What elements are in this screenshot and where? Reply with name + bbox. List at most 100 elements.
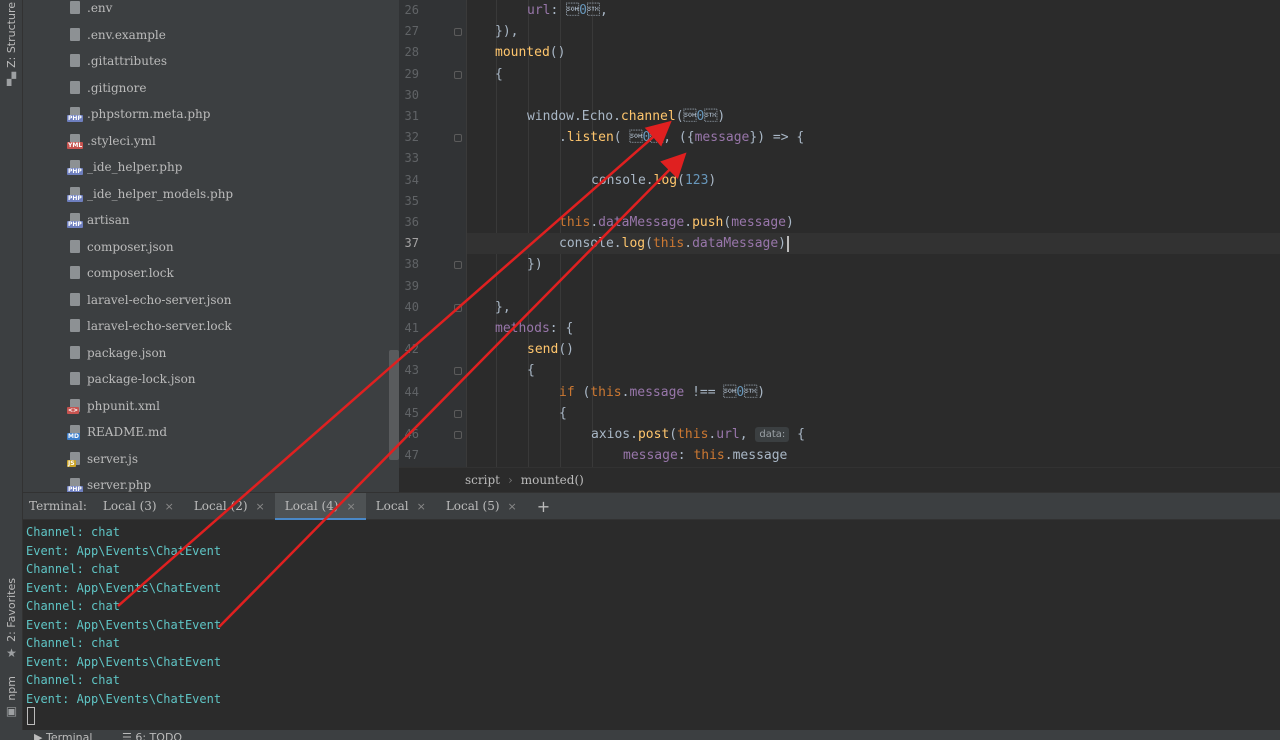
terminal-output[interactable]: Channel: chat Event: App\Events\ChatEvent… — [23, 520, 1280, 730]
tree-item[interactable]: composer.json — [67, 237, 174, 257]
terminal-tab-label: Local (4) — [284, 499, 339, 513]
structure-tab-label: Z: Structure — [5, 2, 18, 68]
parameter-hint: data: — [755, 427, 790, 442]
tree-item[interactable]: package-lock.json — [67, 369, 196, 389]
line-number: 36 — [404, 215, 419, 229]
add-terminal-tab-button[interactable]: + — [537, 497, 550, 516]
terminal-tab[interactable]: Local (5) × — [436, 493, 527, 520]
fold-marker-icon[interactable] — [454, 431, 462, 439]
terminal-line: Event: App\Events\ChatEvent — [26, 580, 222, 595]
code-line[interactable]: mounted() — [467, 42, 1280, 63]
terminal-cursor — [27, 707, 35, 725]
line-number: 46 — [404, 427, 419, 441]
code-line[interactable]: url: 0, — [467, 0, 1280, 21]
terminal-tab-label: Local (5) — [445, 499, 500, 513]
tree-item[interactable]: composer.lock — [67, 263, 174, 283]
tree-item-label: .styleci.yml — [87, 133, 156, 148]
tree-item-label: README.md — [87, 425, 168, 439]
terminal-line: Channel: chat — [26, 562, 120, 576]
line-number: 34 — [404, 172, 419, 187]
breadcrumb-item-script[interactable]: script — [465, 473, 500, 487]
tree-item[interactable]: laravel-echo-server.lock — [67, 316, 232, 336]
tree-item[interactable]: YML .styleci.yml — [67, 131, 156, 151]
bottom-tab-terminal[interactable]: ▶ Terminal — [34, 731, 92, 740]
code-line[interactable] — [467, 191, 1280, 212]
file-icon — [67, 292, 83, 308]
line-number: 44 — [404, 384, 419, 399]
terminal-tab[interactable]: Local (4) × — [274, 492, 366, 520]
terminal-line: Channel: chat — [26, 599, 120, 613]
code-line[interactable]: send() — [467, 339, 1280, 360]
code-line[interactable]: this.dataMessage.push(message) — [467, 212, 1280, 233]
tree-item[interactable]: .env.example — [67, 25, 166, 45]
close-tab-icon[interactable]: × — [256, 500, 265, 513]
close-tab-icon[interactable]: × — [346, 500, 355, 513]
bottom-tab-todo[interactable]: ☰ 6: TODO — [122, 731, 182, 740]
close-tab-icon[interactable]: × — [165, 500, 174, 513]
terminal-line: Event: App\Events\ChatEvent — [26, 543, 222, 558]
line-number: 37 — [404, 236, 419, 251]
terminal-tab-bar: Terminal: Local (3) × Local (2) × Local (4) ×… — [23, 492, 1280, 520]
tree-item[interactable]: laravel-echo-server.json — [67, 290, 231, 310]
tree-item-label: .env — [87, 1, 113, 15]
tree-item[interactable]: MD README.md — [67, 422, 167, 442]
tree-item[interactable]: PHP _ide_helper_models.php — [67, 184, 233, 204]
fold-marker-icon[interactable] — [454, 261, 462, 270]
tree-item[interactable]: JS server.js — [67, 449, 138, 469]
code-line[interactable]: }) — [467, 254, 1280, 275]
fold-marker-icon[interactable] — [454, 409, 462, 418]
terminal-tab[interactable]: Local (2) × — [184, 493, 275, 520]
fold-marker-icon[interactable] — [454, 28, 462, 37]
code-line[interactable] — [467, 85, 1280, 106]
tree-item-label: .env.example — [87, 27, 166, 42]
terminal-tab[interactable]: Local × — [366, 493, 436, 520]
tree-item[interactable]: PHP artisan — [67, 210, 130, 230]
code-line[interactable]: }, — [467, 297, 1280, 318]
terminal-tab[interactable]: Local (3) × — [93, 493, 184, 520]
project-tree-scrollbar[interactable] — [389, 350, 399, 460]
tree-item[interactable]: PHP _ide_helper.php — [67, 157, 182, 177]
code-line[interactable]: .listen( 0, ({message}) => { — [467, 127, 1280, 148]
code-line[interactable]: console.log(123) — [467, 170, 1280, 191]
file-icon: PHP — [67, 159, 83, 175]
fold-marker-icon[interactable] — [454, 134, 462, 143]
tree-item[interactable]: .gitignore — [67, 78, 146, 98]
line-number: 31 — [404, 109, 419, 123]
code-editor[interactable]: 26 27 28 29 30 31 32 33 34 35 36 37 38 39 40 41 42 43 44 45… — [399, 0, 1280, 467]
tree-item[interactable]: package.json — [67, 343, 166, 363]
fold-marker-icon[interactable] — [454, 303, 462, 312]
code-line[interactable]: if (this.message !== 0) — [467, 382, 1280, 403]
terminal-tab-icon: ▶ — [34, 731, 46, 740]
tree-item[interactable]: .env — [67, 0, 112, 18]
line-number: 30 — [404, 87, 419, 102]
code-line[interactable]: { — [467, 403, 1280, 424]
code-line[interactable]: }), — [467, 21, 1280, 42]
tree-item[interactable]: PHP .phpstorm.meta.php — [67, 104, 210, 124]
bottom-tool-bar: ▶ Terminal ☰ 6: TODO — [0, 730, 1280, 740]
favorites-tool-tab[interactable]: 2: Favorites ★ — [0, 578, 23, 660]
line-number: 35 — [404, 193, 419, 208]
code-line[interactable]: console.log(this.dataMessage) — [467, 233, 1280, 255]
tree-item[interactable]: PHP server.php — [67, 475, 151, 492]
terminal-line: Channel: chat — [26, 673, 120, 687]
tree-item[interactable]: .gitattributes — [67, 51, 167, 71]
line-number: 28 — [404, 45, 419, 60]
line-number: 40 — [404, 299, 419, 314]
code-line[interactable]: { — [467, 360, 1280, 381]
code-line[interactable] — [467, 276, 1280, 297]
npm-tool-tab[interactable]: npm ▣ — [0, 672, 23, 722]
code-line[interactable]: message: this.message — [467, 445, 1280, 466]
close-tab-icon[interactable]: × — [417, 500, 426, 513]
close-tab-icon[interactable]: × — [508, 500, 517, 513]
code-line[interactable] — [467, 148, 1280, 169]
tree-item[interactable]: <> phpunit.xml — [67, 396, 160, 416]
fold-marker-icon[interactable] — [454, 70, 462, 79]
npm-icon: ▣ — [5, 704, 18, 719]
breadcrumb-item-mounted[interactable]: mounted() — [521, 473, 584, 487]
code-line[interactable]: window.Echo.channel(0) — [467, 106, 1280, 127]
code-line[interactable]: methods: { — [467, 318, 1280, 339]
code-line[interactable]: { — [467, 64, 1280, 85]
fold-marker-icon[interactable] — [454, 367, 462, 376]
code-line[interactable]: axios.post(this.url, data: { — [467, 424, 1280, 445]
structure-tool-tab[interactable]: Z: Structure ▞ — [0, 2, 23, 86]
